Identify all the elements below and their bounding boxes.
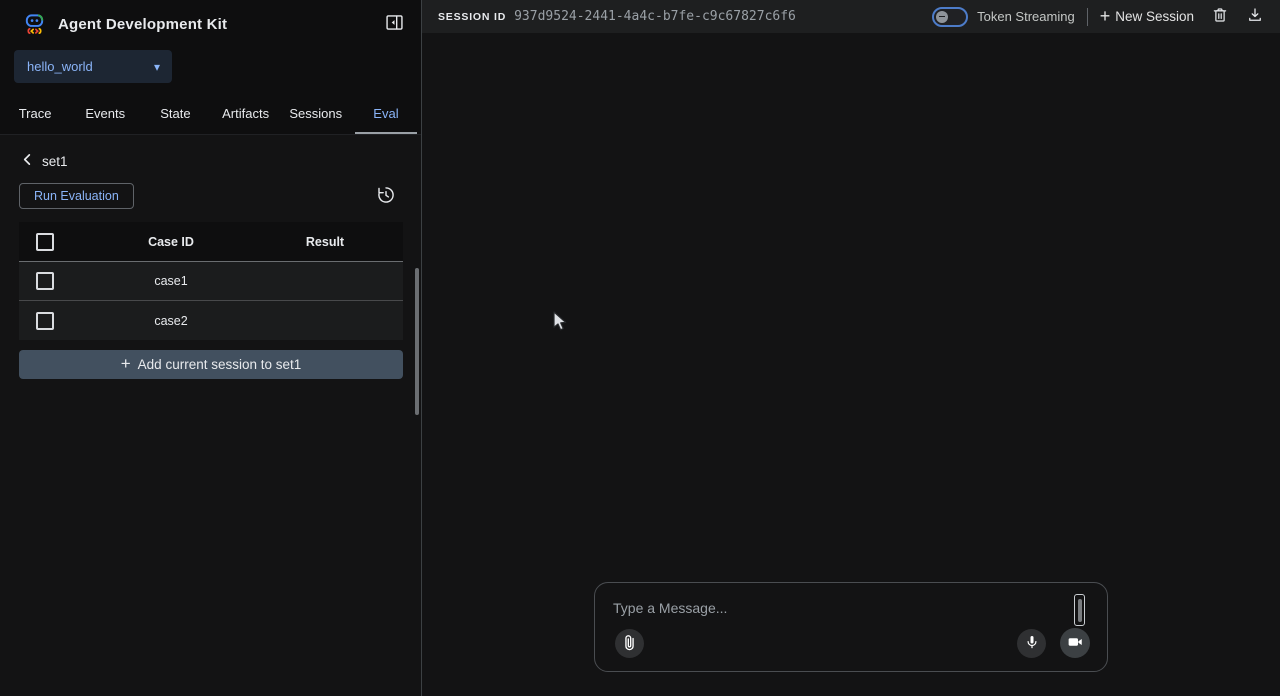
case1-checkbox[interactable] [36, 272, 54, 290]
attach-file-button[interactable] [615, 629, 644, 658]
eval-set-name: set1 [42, 154, 68, 169]
column-header-case-id: Case ID [71, 235, 271, 249]
topbar-actions: Token Streaming + New Session [932, 4, 1266, 29]
tab-trace[interactable]: Trace [0, 93, 70, 134]
adk-app: Agent Development Kit hello_world ▾ Trac… [0, 0, 1280, 696]
eval-set-header: set1 [21, 151, 402, 171]
table-row-case1[interactable]: case1 [19, 262, 403, 301]
eval-history-button[interactable] [376, 185, 396, 208]
export-session-button[interactable] [1244, 4, 1266, 29]
run-evaluation-button[interactable]: Run Evaluation [19, 183, 134, 209]
tab-artifacts[interactable]: Artifacts [211, 93, 281, 134]
message-input[interactable] [613, 597, 1043, 619]
panel-close-icon [384, 12, 405, 36]
select-all-checkbox[interactable] [36, 233, 54, 251]
sidebar-header: Agent Development Kit [0, 0, 421, 48]
eval-cases-table: Case ID Result case1 case2 [19, 222, 403, 340]
toggle-thumb-icon [936, 11, 948, 23]
new-session-button[interactable]: + New Session [1100, 8, 1194, 26]
collapse-sidebar-button[interactable] [382, 10, 407, 38]
topbar-divider [1087, 8, 1088, 26]
sidebar: Agent Development Kit hello_world ▾ Trac… [0, 0, 422, 696]
case-id-cell: case1 [71, 274, 271, 288]
back-chevron-icon [21, 153, 34, 169]
tab-bar: Trace Events State Artifacts Sessions Ev… [0, 93, 421, 135]
tab-state[interactable]: State [140, 93, 210, 134]
case-id-cell: case2 [71, 314, 271, 328]
session-id-value: 937d9524-2441-4a4c-b7fe-c9c67827c6f6 [514, 9, 796, 24]
session-topbar: SESSION ID 937d9524-2441-4a4c-b7fe-c9c67… [422, 0, 1280, 33]
tab-sessions[interactable]: Sessions [281, 93, 351, 134]
mouse-cursor [552, 311, 570, 338]
main-area: SESSION ID 937d9524-2441-4a4c-b7fe-c9c67… [422, 0, 1280, 696]
tab-events[interactable]: Events [70, 93, 140, 134]
new-session-label: New Session [1115, 9, 1194, 24]
eval-panel: set1 Run Evaluation C [0, 135, 421, 379]
sidebar-scrollbar-thumb[interactable] [415, 268, 419, 415]
delete-session-button[interactable] [1209, 4, 1231, 29]
session-id-label: SESSION ID [438, 11, 506, 23]
message-composer [594, 582, 1108, 672]
add-current-session-button[interactable]: + Add current session to set1 [19, 350, 403, 379]
column-header-result: Result [271, 235, 379, 249]
chevron-down-icon: ▾ [154, 60, 160, 74]
trash-icon [1211, 6, 1229, 27]
plus-icon: + [121, 355, 131, 372]
mic-icon [1023, 633, 1041, 654]
agent-selector-value: hello_world [27, 59, 93, 74]
case2-checkbox[interactable] [36, 312, 54, 330]
app-title: Agent Development Kit [58, 16, 382, 33]
plus-icon: + [1100, 7, 1111, 25]
eval-actions-row: Run Evaluation [19, 183, 402, 209]
composer-scrollbar[interactable] [1074, 594, 1085, 626]
agent-selector-dropdown[interactable]: hello_world ▾ [14, 50, 172, 83]
history-icon [376, 185, 396, 208]
video-button[interactable] [1060, 628, 1090, 658]
scrollbar-thumb [1078, 599, 1082, 622]
attachment-icon [620, 633, 639, 655]
table-row-case2[interactable]: case2 [19, 301, 403, 340]
mic-button[interactable] [1017, 629, 1046, 658]
agent-select-row: hello_world ▾ [0, 48, 421, 93]
download-icon [1246, 6, 1264, 27]
token-streaming-toggle[interactable] [932, 7, 968, 27]
videocam-icon [1066, 633, 1084, 654]
table-header-row: Case ID Result [19, 222, 403, 262]
add-session-label: Add current session to set1 [138, 357, 302, 372]
back-button[interactable] [21, 153, 34, 169]
token-streaming-label: Token Streaming [977, 9, 1075, 24]
tab-eval[interactable]: Eval [351, 93, 421, 134]
adk-robot-logo-icon [22, 12, 47, 37]
